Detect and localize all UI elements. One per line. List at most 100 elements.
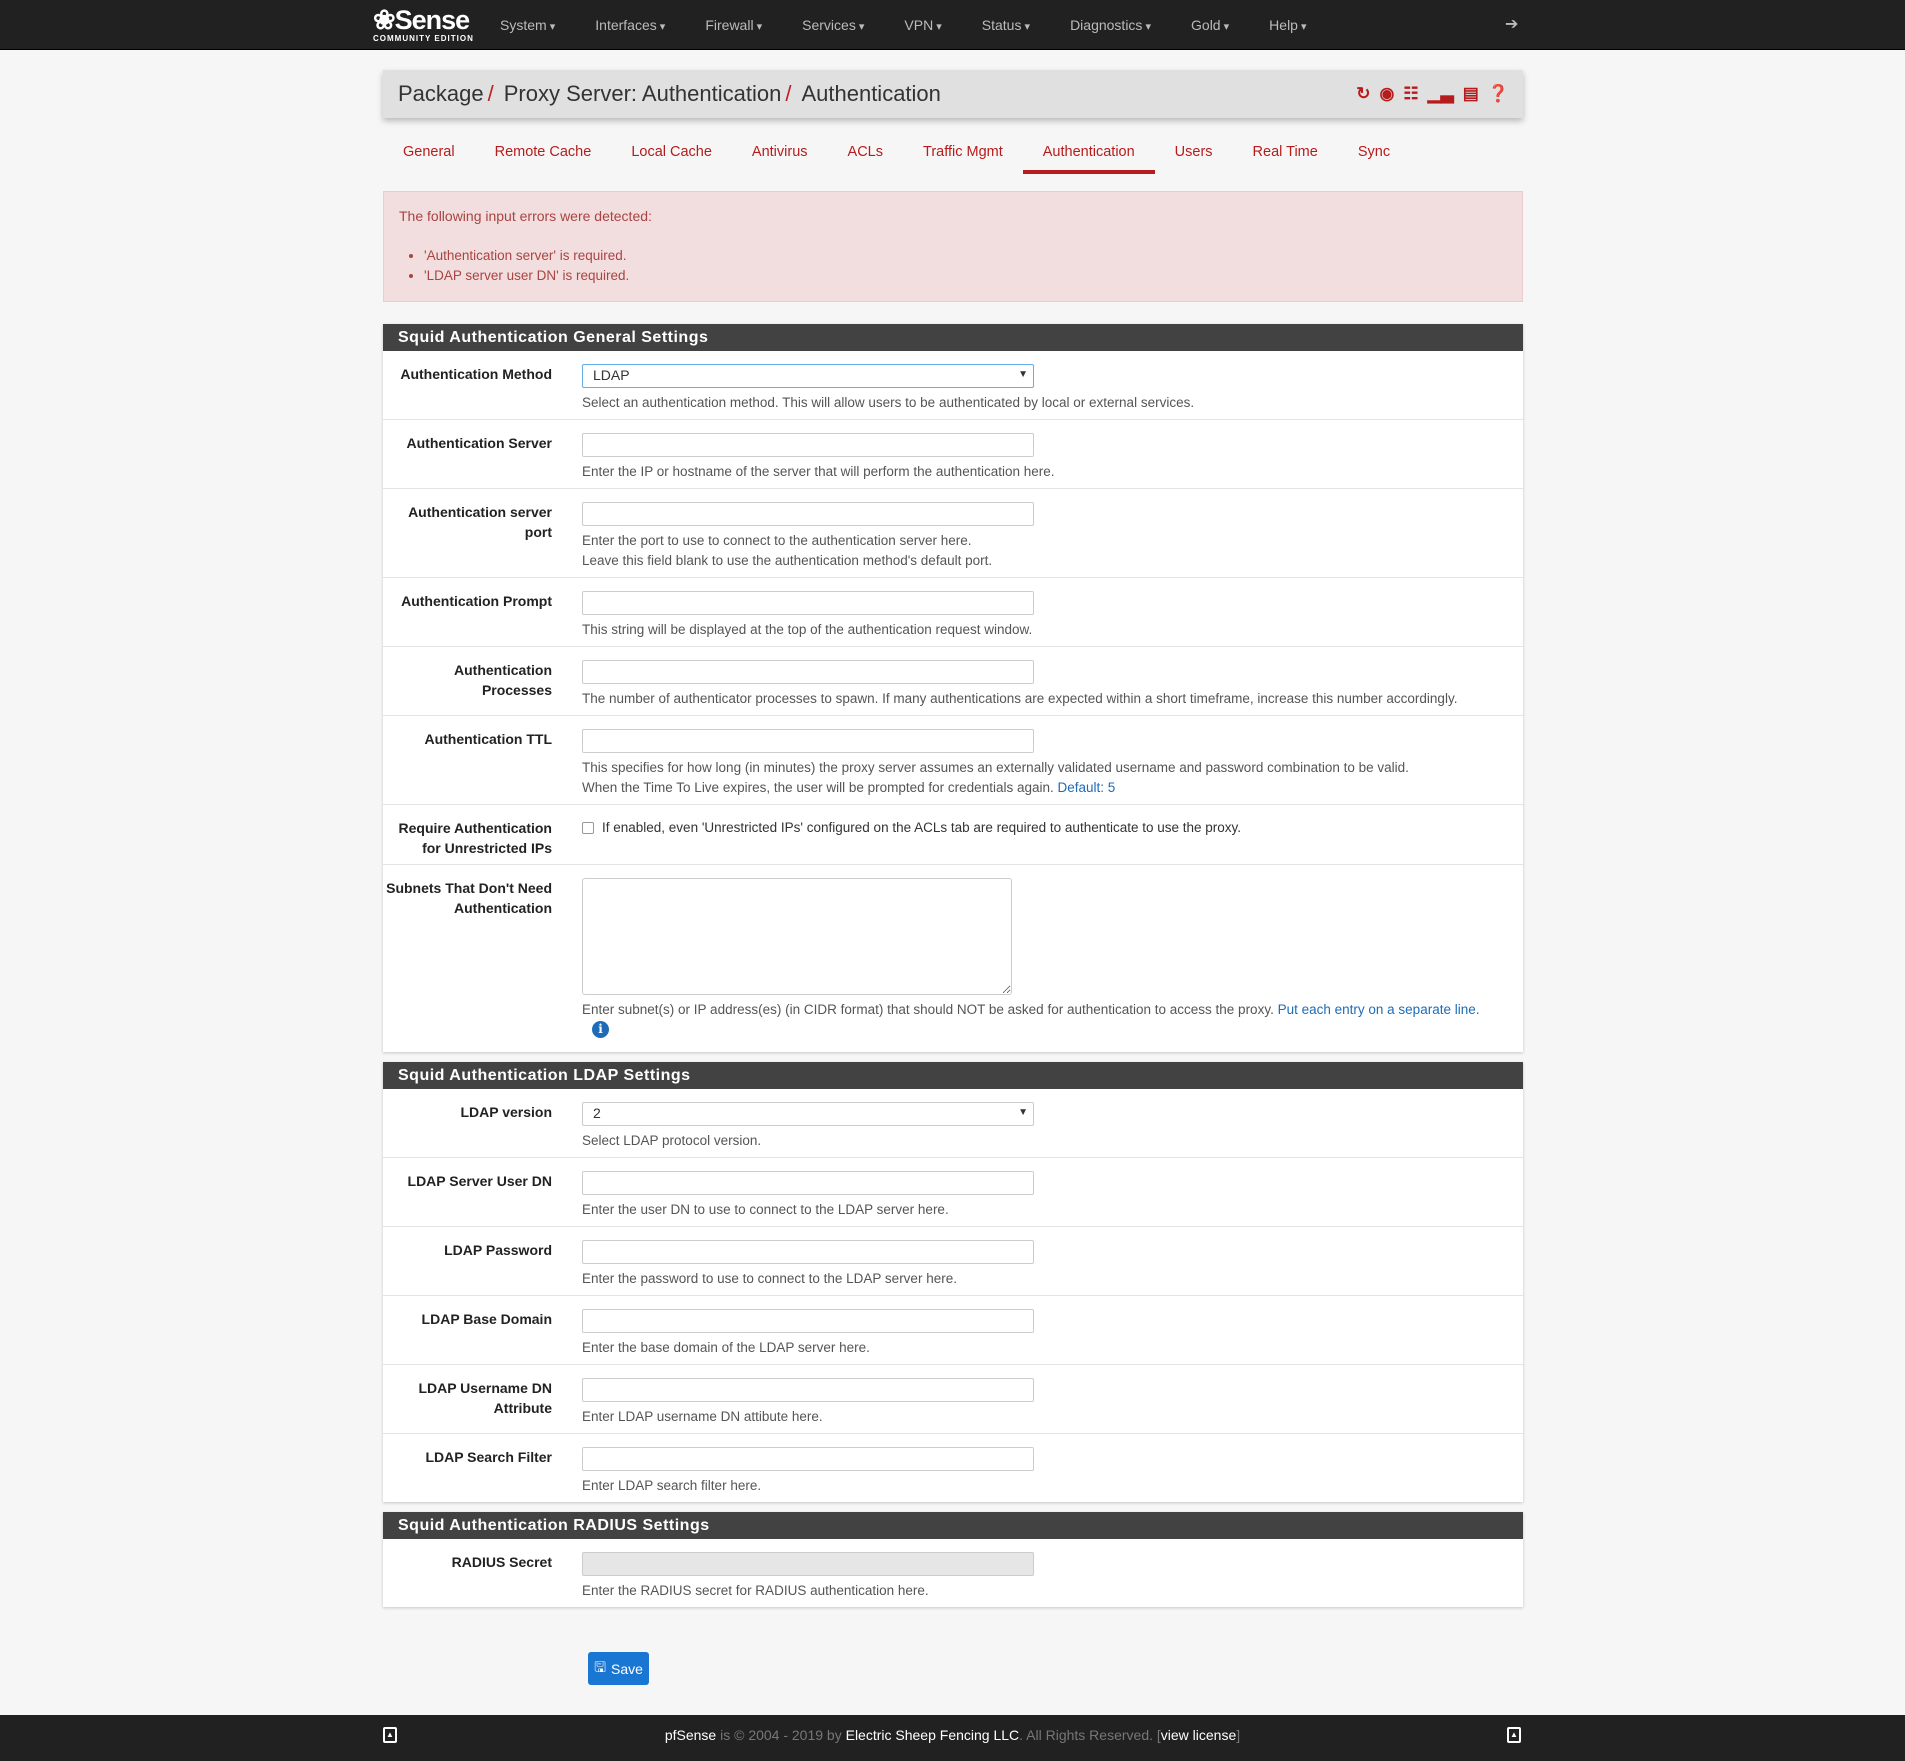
- stop-circle-icon[interactable]: ◉: [1380, 84, 1395, 104]
- menu-status[interactable]: Status: [982, 17, 1030, 33]
- menu-vpn[interactable]: VPN: [904, 17, 941, 33]
- menu-help[interactable]: Help: [1269, 17, 1306, 33]
- help-text: Enter the user DN to use to connect to t…: [582, 1202, 949, 1217]
- list-table-icon[interactable]: ▤: [1463, 84, 1479, 104]
- field-label: LDAP Username DN Attribute: [418, 1380, 552, 1416]
- menu-gold[interactable]: Gold: [1191, 17, 1229, 33]
- help-text: Select an authentication method. This wi…: [582, 395, 1195, 410]
- help-text: Enter the port to use to connect to the …: [582, 533, 972, 548]
- authentication-port-input[interactable]: [582, 502, 1034, 526]
- scroll-top-icon[interactable]: ▲: [1507, 1727, 1521, 1743]
- caret-down-icon: ▼: [1018, 1107, 1028, 1118]
- require-auth-unrestricted-checkbox[interactable]: [582, 822, 594, 834]
- field-label: Authentication Server: [406, 435, 552, 451]
- authentication-method-select[interactable]: LDAP ▼: [582, 364, 1034, 388]
- floppy-disk-icon: 🖫: [594, 1658, 606, 1675]
- help-text: Enter the IP or hostname of the server t…: [582, 464, 1055, 479]
- field-label: Authentication server port: [408, 504, 552, 540]
- menu-system[interactable]: System: [500, 17, 555, 33]
- field-label: LDAP Base Domain: [421, 1311, 552, 1327]
- field-label: LDAP version: [460, 1104, 552, 1120]
- ldap-password-input[interactable]: [582, 1240, 1034, 1264]
- authentication-prompt-input[interactable]: [582, 591, 1034, 615]
- help-text: Enter LDAP username DN attibute here.: [582, 1409, 823, 1424]
- main-menu: System Interfaces Firewall Services VPN …: [500, 0, 1347, 50]
- tab-acls[interactable]: ACLs: [828, 136, 903, 174]
- field-label: Subnets That Don't Need Authentication: [386, 880, 552, 916]
- authentication-ttl-input[interactable]: [582, 729, 1034, 753]
- field-label: LDAP Server User DN: [407, 1173, 552, 1189]
- help-text: This specifies for how long (in minutes)…: [582, 760, 1409, 775]
- subnets-no-auth-textarea[interactable]: [582, 878, 1012, 995]
- breadcrumb: Package / Proxy Server: Authentication / A…: [383, 70, 1523, 118]
- tab-remote-cache[interactable]: Remote Cache: [475, 136, 612, 174]
- field-label: RADIUS Secret: [451, 1554, 552, 1570]
- menu-diagnostics[interactable]: Diagnostics: [1070, 17, 1151, 33]
- menu-services[interactable]: Services: [802, 17, 864, 33]
- field-label: LDAP Search Filter: [425, 1449, 552, 1465]
- breadcrumb-proxy[interactable]: Proxy Server: Authentication: [504, 81, 782, 107]
- alert-error: 'LDAP server user DN' is required.: [424, 266, 1507, 286]
- breadcrumb-separator: /: [785, 81, 792, 106]
- general-settings-panel: Squid Authentication General Settings Au…: [383, 324, 1523, 1052]
- ldap-search-filter-input[interactable]: [582, 1447, 1034, 1471]
- checkbox-label: If enabled, even 'Unrestricted IPs' conf…: [602, 820, 1242, 835]
- menu-interfaces[interactable]: Interfaces: [595, 17, 665, 33]
- tab-users[interactable]: Users: [1155, 136, 1233, 174]
- footer-brand[interactable]: pfSense: [665, 1727, 716, 1743]
- field-label: Require Authentication for Unrestricted …: [398, 820, 553, 856]
- tab-local-cache[interactable]: Local Cache: [611, 136, 732, 174]
- pfsense-logo[interactable]: ❀Sense COMMUNITY EDITION: [373, 6, 483, 44]
- alert-error: 'Authentication server' is required.: [424, 246, 1507, 266]
- select-value: LDAP: [593, 367, 630, 383]
- view-license-link[interactable]: view license: [1161, 1727, 1236, 1743]
- field-label: Authentication Method: [400, 366, 552, 382]
- sign-out-icon[interactable]: ➔: [1505, 14, 1518, 34]
- save-button[interactable]: 🖫 Save: [588, 1652, 649, 1685]
- help-text: When the Time To Live expires, the user …: [582, 780, 1054, 795]
- panel-title: Squid Authentication RADIUS Settings: [383, 1512, 1523, 1539]
- ldap-settings-panel: Squid Authentication LDAP Settings LDAP …: [383, 1062, 1523, 1502]
- breadcrumb-current: Authentication: [801, 81, 941, 106]
- ldap-username-dn-input[interactable]: [582, 1378, 1034, 1402]
- footer-text: is © 2004 - 2019 by: [716, 1727, 846, 1743]
- refresh-icon[interactable]: ↻: [1356, 84, 1370, 104]
- footer: ▲ pfSense is © 2004 - 2019 by Electric S…: [0, 1715, 1905, 1761]
- tab-authentication[interactable]: Authentication: [1022, 136, 1155, 174]
- menu-firewall[interactable]: Firewall: [705, 17, 762, 33]
- sliders-icon[interactable]: ☷: [1403, 84, 1418, 104]
- logo-tag: COMMUNITY EDITION: [373, 34, 474, 43]
- info-icon[interactable]: i: [592, 1021, 609, 1038]
- tab-traffic-mgmt[interactable]: Traffic Mgmt: [903, 136, 1023, 174]
- tab-general[interactable]: General: [383, 136, 475, 174]
- ldap-base-domain-input[interactable]: [582, 1309, 1034, 1333]
- authentication-server-input[interactable]: [582, 433, 1034, 457]
- help-text: Enter the RADIUS secret for RADIUS authe…: [582, 1583, 929, 1598]
- logo-text: Sense: [394, 5, 471, 35]
- panel-title: Squid Authentication General Settings: [383, 324, 1523, 351]
- bar-chart-icon[interactable]: ▁▃: [1428, 84, 1454, 104]
- breadcrumb-separator: /: [487, 81, 494, 106]
- ldap-user-dn-input[interactable]: [582, 1171, 1034, 1195]
- panel-title: Squid Authentication LDAP Settings: [383, 1062, 1523, 1089]
- tab-sync[interactable]: Sync: [1338, 136, 1410, 174]
- radius-secret-input[interactable]: [582, 1552, 1034, 1576]
- save-label: Save: [611, 1660, 643, 1677]
- tab-antivirus[interactable]: Antivirus: [732, 136, 828, 174]
- field-label: Authentication Processes: [454, 662, 552, 698]
- authentication-processes-input[interactable]: [582, 660, 1034, 684]
- help-link[interactable]: Put each entry on a separate line.: [1278, 1002, 1480, 1017]
- breadcrumb-package[interactable]: Package: [398, 81, 484, 107]
- question-circle-icon[interactable]: ❓: [1488, 84, 1509, 104]
- scroll-top-icon[interactable]: ▲: [383, 1727, 397, 1743]
- footer-company[interactable]: Electric Sheep Fencing LLC: [846, 1727, 1020, 1743]
- tab-real-time[interactable]: Real Time: [1233, 136, 1338, 174]
- caret-down-icon: ▼: [1018, 369, 1028, 380]
- footer-text: . All Rights Reserved. [: [1019, 1727, 1161, 1743]
- ldap-version-select[interactable]: 2 ▼: [582, 1102, 1034, 1126]
- help-text: Enter LDAP search filter here.: [582, 1478, 762, 1493]
- field-label: LDAP Password: [444, 1242, 552, 1258]
- help-text: Leave this field blank to use the authen…: [582, 553, 993, 568]
- help-text: Enter the base domain of the LDAP server…: [582, 1340, 870, 1355]
- field-label: Authentication Prompt: [401, 593, 552, 609]
